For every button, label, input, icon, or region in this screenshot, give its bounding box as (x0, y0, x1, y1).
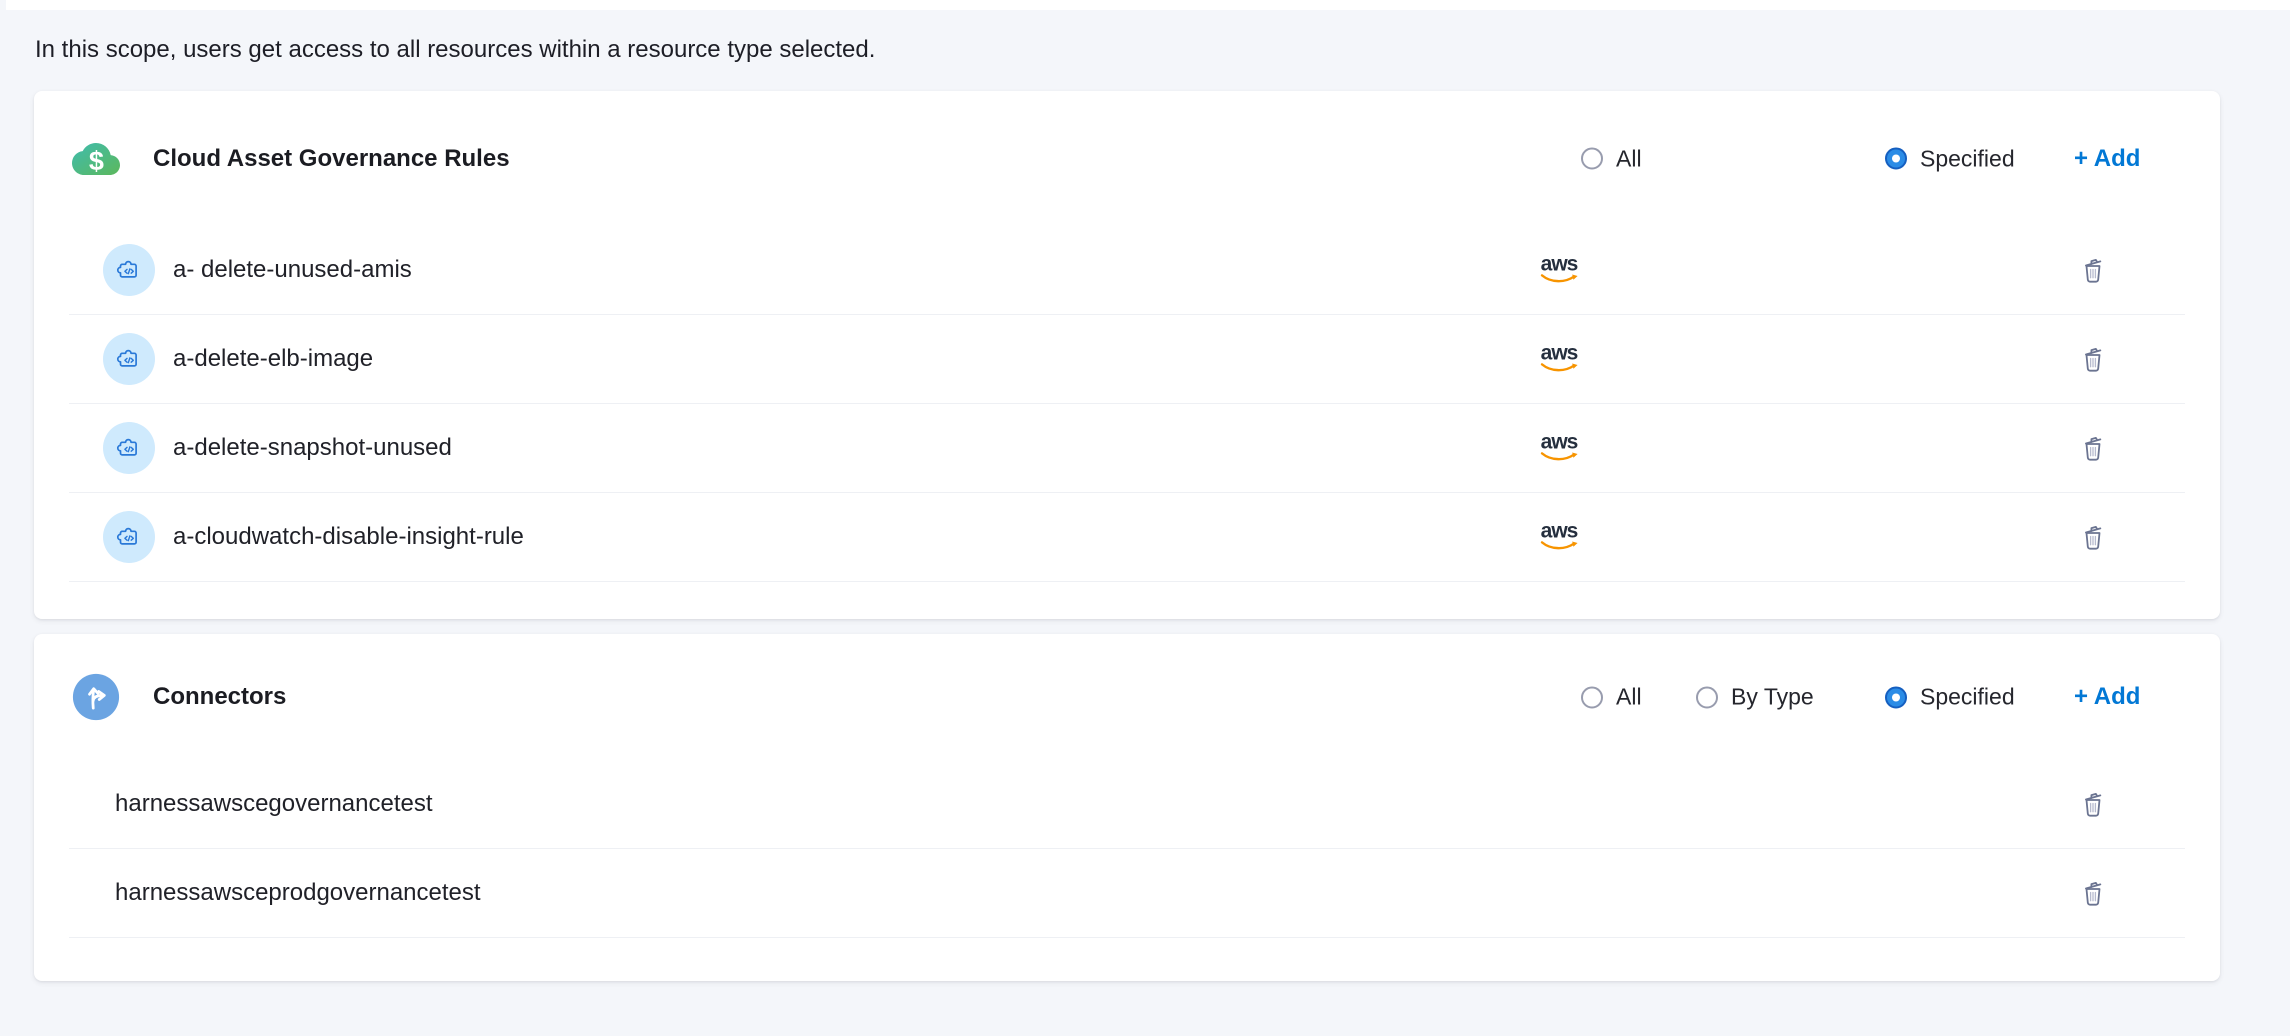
connector-name: harnessawsceprodgovernancetest (69, 879, 481, 907)
rule-name: a-cloudwatch-disable-insight-rule (173, 523, 524, 551)
governance-rules-card: $ Cloud Asset Governance Rules All Speci… (34, 91, 2220, 619)
trash-icon (2077, 788, 2109, 820)
governance-rule-code-icon (103, 333, 155, 385)
svg-text:$: $ (89, 146, 104, 176)
delete-rule-button[interactable] (2077, 343, 2109, 375)
trash-icon (2077, 521, 2109, 553)
trash-icon (2077, 254, 2109, 286)
trash-icon (2077, 432, 2109, 464)
connector-row: harnessawscegovernancetest (69, 760, 2185, 849)
connectors-card-title: Connectors (153, 683, 286, 711)
governance-option-specified[interactable]: Specified (1885, 145, 2015, 172)
governance-card-header: $ Cloud Asset Governance Rules All Speci… (34, 91, 2220, 226)
delete-connector-button[interactable] (2077, 877, 2109, 909)
governance-rule-code-icon (103, 511, 155, 563)
connectors-card: Connectors All By Type Specified + Add h… (34, 634, 2220, 981)
aws-logo: aws (1537, 520, 1581, 552)
radio-selected-icon[interactable] (1885, 148, 1907, 170)
connector-name: harnessawscegovernancetest (69, 790, 433, 818)
rule-name: a-delete-snapshot-unused (173, 434, 452, 462)
trash-icon (2077, 343, 2109, 375)
cloud-dollar-icon: $ (72, 135, 120, 183)
delete-connector-button[interactable] (2077, 788, 2109, 820)
connectors-card-header: Connectors All By Type Specified + Add (34, 634, 2220, 760)
connectors-option-all[interactable]: All (1581, 684, 1642, 711)
rule-row: a-cloudwatch-disable-insight-rule aws (69, 493, 2185, 582)
connectors-option-all-label: All (1616, 684, 1642, 711)
governance-option-specified-label: Specified (1920, 145, 2015, 172)
rule-row: a- delete-unused-amis aws (69, 226, 2185, 315)
rule-row: a-delete-elb-image aws (69, 315, 2185, 404)
connectors-list: harnessawscegovernancetest harnessawscep… (69, 760, 2185, 938)
aws-logo: aws (1537, 431, 1581, 463)
connectors-option-specified[interactable]: Specified (1885, 684, 2015, 711)
connectors-option-specified-label: Specified (1920, 684, 2015, 711)
aws-logo: aws (1537, 253, 1581, 285)
rule-row: a-delete-snapshot-unused aws (69, 404, 2185, 493)
radio-unselected-icon[interactable] (1581, 148, 1603, 170)
top-divider (6, 0, 2290, 10)
governance-option-all-label: All (1616, 145, 1642, 172)
rule-name: a-delete-elb-image (173, 345, 373, 373)
governance-rules-list: a- delete-unused-amis aws (69, 226, 2185, 582)
governance-rule-code-icon (103, 422, 155, 474)
delete-rule-button[interactable] (2077, 254, 2109, 286)
delete-rule-button[interactable] (2077, 432, 2109, 464)
radio-unselected-icon[interactable] (1696, 686, 1718, 708)
branch-arrows-icon (72, 673, 120, 721)
trash-icon (2077, 877, 2109, 909)
aws-logo: aws (1537, 342, 1581, 374)
governance-option-all[interactable]: All (1581, 145, 1642, 172)
governance-rule-code-icon (103, 244, 155, 296)
governance-add-button[interactable]: + Add (2074, 145, 2140, 173)
connectors-option-by-type-label: By Type (1731, 684, 1814, 711)
radio-selected-icon[interactable] (1885, 686, 1907, 708)
radio-unselected-icon[interactable] (1581, 686, 1603, 708)
delete-rule-button[interactable] (2077, 521, 2109, 553)
connector-row: harnessawsceprodgovernancetest (69, 849, 2185, 938)
scope-description: In this scope, users get access to all r… (35, 36, 875, 64)
connectors-option-by-type[interactable]: By Type (1696, 684, 1814, 711)
connectors-add-button[interactable]: + Add (2074, 683, 2140, 711)
governance-card-title: Cloud Asset Governance Rules (153, 145, 510, 173)
rule-name: a- delete-unused-amis (173, 256, 412, 284)
